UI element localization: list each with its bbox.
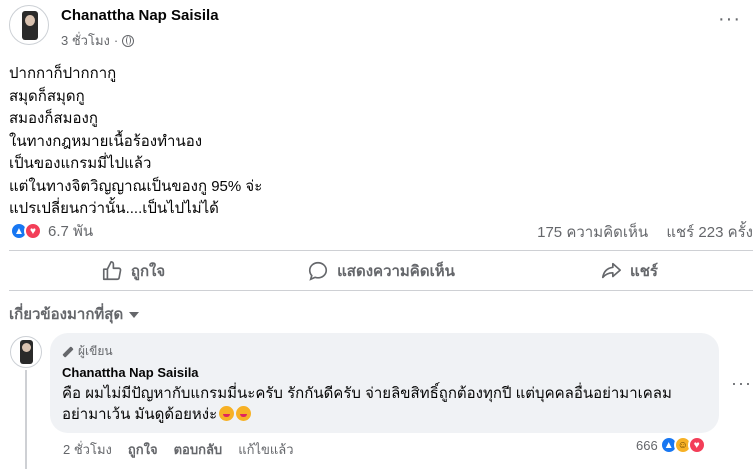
comments-count[interactable]: 175 ความคิดเห็น [537,224,648,241]
comment-author-name[interactable]: Chanattha Nap Saisila [62,365,707,380]
like-button[interactable]: ถูกใจ [9,253,257,289]
post-reactions[interactable]: ▲ ♥ 6.7 พัน [10,219,93,243]
comment-line: อย่ามาเว้น มันดูด้อยหง่ะ [62,406,218,423]
commenter-avatar[interactable] [10,336,42,368]
share-label: แชร์ [630,263,658,280]
reaction-count[interactable]: 6.7 พัน [48,219,93,243]
post-line: ในทางกฎหมายเนื้อร้องทำนอง [9,132,203,150]
post-line: สมองก็สมองกู [9,110,98,127]
avatar-face [22,343,31,352]
comment-edited-label[interactable]: แก้ไขแล้ว [238,439,293,460]
post-more-icon[interactable]: ··· [718,9,741,29]
post-stats: 175 ความคิดเห็น แชร์ 223 ครั้ง [523,220,753,244]
share-button[interactable]: แชร์ [505,253,753,289]
comment-meta: 2 ชั่วโมง ถูกใจ ตอบกลับ แก้ไขแล้ว [63,439,294,460]
comment-icon [309,261,328,281]
comment-bubble: ผู้เขียน Chanattha Nap Saisila คือ ผมไม่… [50,333,719,433]
like-label: ถูกใจ [130,263,166,280]
post-author-name[interactable]: Chanattha Nap Saisila [61,7,219,24]
comment-reactions[interactable]: 666 ▲ ☺ ♥ [636,436,706,454]
comment-label: แสดงความคิดเห็น [337,263,455,280]
comment-reaction-count: 666 [636,437,658,453]
post-text: ปากกาก็ปากกากู สมุดก็สมุดกู สมองก็สมองกู… [9,63,262,221]
post-line: แปรเปลี่ยนกว่านั้น....เป็นไปไม่ได้ [9,200,219,217]
pen-icon [62,345,74,358]
post-timestamp[interactable]: 3 ชั่วโมง [61,30,110,51]
post-line: สมุดก็สมุดกู [9,87,85,105]
comment-button[interactable]: แสดงความคิดเห็น [257,253,505,289]
squinting-tongue-emoji-icon [236,406,252,421]
love-icon: ♥ [687,436,706,454]
thread-line [25,370,27,469]
comments-sort-dropdown[interactable]: เกี่ยวข้องมากที่สุด [9,302,140,326]
shares-count[interactable]: แชร์ 223 ครั้ง [666,224,753,241]
post-meta: 3 ชั่วโมง · [61,30,135,51]
post-line: ปากกาก็ปากกากู [9,65,117,82]
thumbs-up-icon [102,261,122,281]
author-badge-label: ผู้เขียน [78,344,113,358]
comment-line: คือ ผมไม่มีปัญหากับแกรมมี่นะครับ รักกันด… [62,385,672,402]
divider [9,290,753,291]
post-line: เป็นของแกรมมี่ไปแล้ว [9,155,152,172]
divider [9,250,753,251]
comment-timestamp[interactable]: 2 ชั่วโมง [63,439,112,460]
globe-icon[interactable] [122,34,135,47]
love-icon: ♥ [24,222,42,240]
meta-separator: · [113,33,119,48]
chevron-down-icon [129,312,140,318]
author-badge: ผู้เขียน [62,342,707,361]
comment-reply-link[interactable]: ตอบกลับ [174,439,223,460]
comment-line-2: อย่ามาเว้น มันดูด้อยหง่ะ [62,404,707,425]
sort-label: เกี่ยวข้องมากที่สุด [9,306,124,323]
comment-more-icon[interactable]: ··· [731,373,752,394]
post-line: แต่ในทางจิตวิญญาณเป็นของกู 95% จ่ะ [9,177,263,195]
comment-text: คือ ผมไม่มีปัญหากับแกรมมี่นะครับ รักกันด… [62,383,707,425]
share-icon [601,262,622,279]
author-avatar[interactable] [9,5,49,45]
post-actions: ถูกใจ แสดงความคิดเห็น แชร์ [9,253,753,289]
comment-like-link[interactable]: ถูกใจ [128,439,158,460]
avatar-face [25,15,35,26]
squinting-tongue-emoji-icon [219,406,235,421]
